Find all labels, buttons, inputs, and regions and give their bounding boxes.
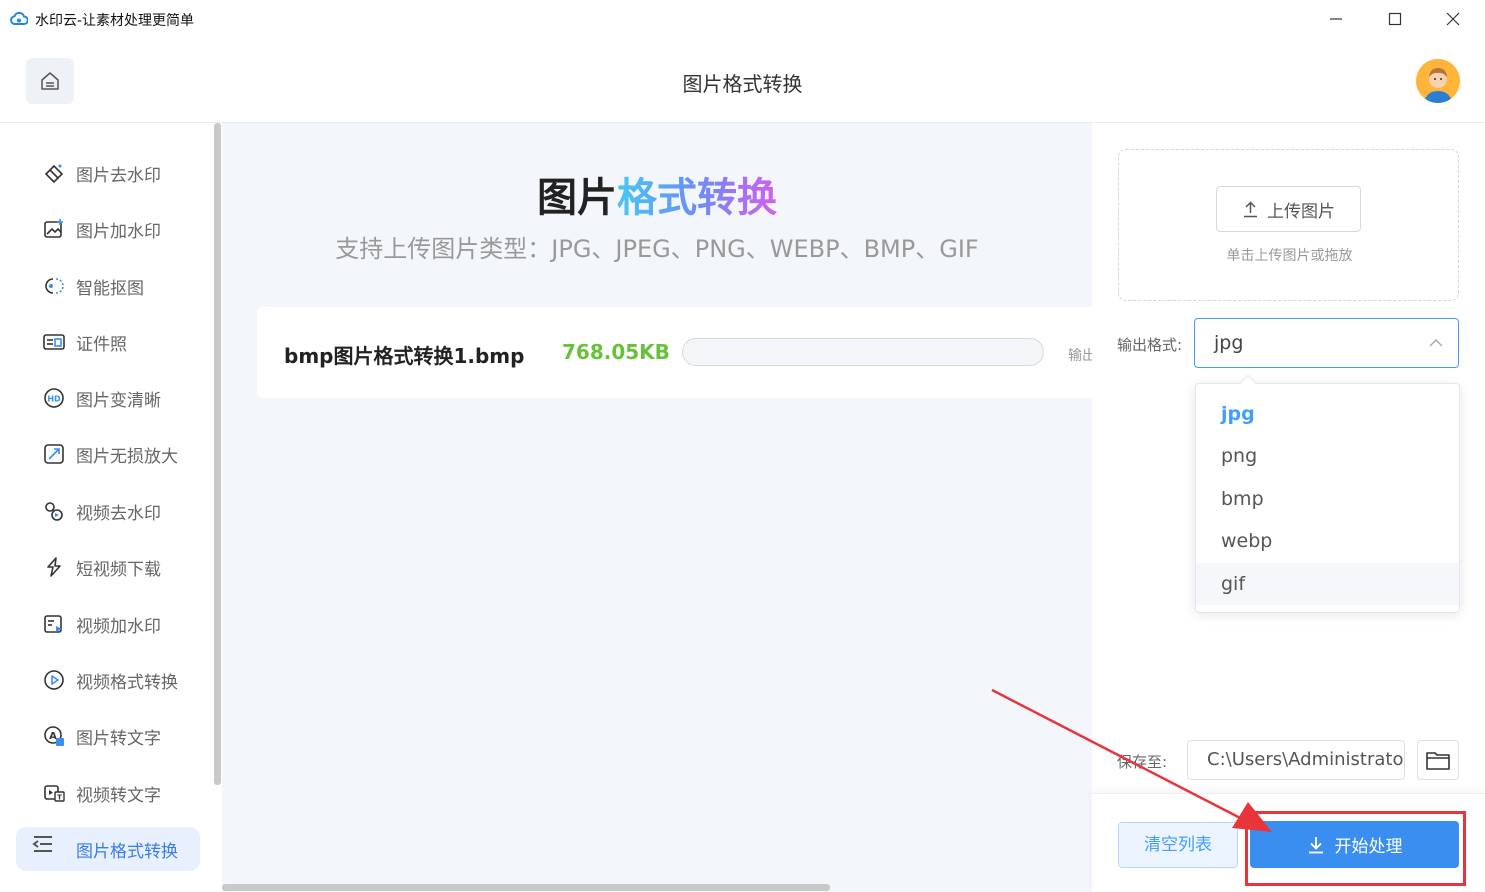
upload-icon bbox=[1244, 200, 1257, 217]
sidebar-item-label: 短视频下载 bbox=[76, 559, 161, 580]
video-convert-icon bbox=[43, 669, 65, 691]
video-add-icon bbox=[43, 613, 65, 635]
sidebar-item-label: 智能抠图 bbox=[76, 278, 144, 299]
settings-panel: 上传图片 单击上传图片或拖放 输出格式: jpg jpg png bmp web… bbox=[1092, 123, 1485, 892]
video-text-icon: T bbox=[43, 782, 65, 804]
clear-list-button[interactable]: 清空列表 bbox=[1118, 822, 1238, 868]
main-content: 图片格式转换 支持上传图片类型：JPG、JPEG、PNG、WEBP、BMP、GI… bbox=[222, 123, 1092, 892]
sidebar-item-image-to-text[interactable]: A 图片转文字 bbox=[16, 714, 200, 758]
chevron-up-icon bbox=[1429, 339, 1443, 347]
file-name: bmp图片格式转换1.bmp bbox=[284, 344, 525, 368]
format-option-jpg[interactable]: jpg bbox=[1196, 393, 1459, 435]
format-option-webp[interactable]: webp bbox=[1196, 520, 1459, 562]
folder-icon bbox=[1426, 752, 1450, 770]
image-add-icon bbox=[43, 218, 65, 240]
format-option-png[interactable]: png bbox=[1196, 435, 1459, 477]
sidebar-item-video-watermark-remove[interactable]: 视频去水印 bbox=[16, 489, 200, 533]
main-horizontal-scrollbar[interactable] bbox=[222, 884, 830, 891]
sidebar-item-image-sharpen[interactable]: HD 图片变清晰 bbox=[16, 376, 200, 420]
svg-text:HD: HD bbox=[47, 395, 61, 404]
sidebar-scrollbar[interactable] bbox=[214, 123, 221, 785]
maximize-icon bbox=[1388, 12, 1402, 26]
sidebar-item-label: 图片无损放大 bbox=[76, 446, 178, 467]
dropdown-arrow bbox=[1239, 374, 1257, 392]
hero-title-plain: 图片 bbox=[537, 175, 617, 221]
file-row: bmp图片格式转换1.bmp 768.05KB 输出 bbox=[257, 307, 1092, 398]
svg-text:T: T bbox=[57, 794, 62, 802]
upload-dropzone[interactable]: 上传图片 单击上传图片或拖放 bbox=[1118, 149, 1459, 301]
sidebar-item-label: 图片转文字 bbox=[76, 728, 161, 749]
image-text-icon: A bbox=[43, 725, 65, 747]
close-button[interactable] bbox=[1424, 0, 1482, 38]
window-title: 水印云-让素材处理更简单 bbox=[35, 13, 195, 29]
sidebar-item-label: 视频转文字 bbox=[76, 785, 161, 806]
annotation-highlight-box bbox=[1245, 811, 1466, 886]
format-option-bmp[interactable]: bmp bbox=[1196, 478, 1459, 520]
id-card-icon bbox=[43, 331, 65, 353]
svg-text:A: A bbox=[49, 731, 57, 742]
sidebar-item-label: 图片加水印 bbox=[76, 221, 161, 242]
browse-folder-button[interactable] bbox=[1417, 740, 1459, 780]
file-size: 768.05KB bbox=[562, 340, 670, 364]
save-to-label: 保存至: bbox=[1117, 753, 1168, 771]
sidebar-item-label: 图片去水印 bbox=[76, 165, 161, 186]
close-icon bbox=[1446, 12, 1460, 26]
minimize-button[interactable] bbox=[1307, 0, 1365, 38]
upload-hint: 单击上传图片或拖放 bbox=[1226, 248, 1353, 264]
output-format-select[interactable]: jpg bbox=[1194, 318, 1459, 368]
app-logo-icon bbox=[10, 11, 28, 25]
sidebar-item-video-watermark-add[interactable]: 视频加水印 bbox=[16, 602, 200, 646]
avatar-icon bbox=[1416, 59, 1460, 103]
sidebar-item-short-video-download[interactable]: 短视频下载 bbox=[16, 545, 200, 589]
sidebar-item-label: 视频加水印 bbox=[76, 616, 161, 637]
hero-subtitle: 支持上传图片类型：JPG、JPEG、PNG、WEBP、BMP、GIF bbox=[335, 235, 979, 263]
sidebar-item-label: 视频去水印 bbox=[76, 503, 161, 524]
sidebar-item-video-format-convert[interactable]: 视频格式转换 bbox=[16, 658, 200, 702]
hero-title: 图片格式转换 bbox=[222, 165, 1092, 223]
sidebar-item-id-photo[interactable]: 证件照 bbox=[16, 320, 200, 364]
user-avatar[interactable] bbox=[1416, 59, 1460, 103]
cutout-icon bbox=[43, 275, 65, 297]
sidebar-item-image-watermark-remove[interactable]: 图片去水印 bbox=[16, 151, 200, 195]
format-option-gif[interactable]: gif bbox=[1196, 563, 1459, 605]
app-header: 图片格式转换 bbox=[0, 38, 1485, 123]
output-format-value: jpg bbox=[1214, 332, 1244, 354]
sidebar: 图片去水印 图片加水印 智能抠图 证件照 HD 图片变清晰 图片无损放大 视频去… bbox=[0, 123, 222, 892]
window-titlebar: 水印云-让素材处理更简单 bbox=[0, 0, 1485, 38]
sidebar-item-label: 视频格式转换 bbox=[76, 672, 178, 693]
file-output-label: 输出 bbox=[1068, 348, 1092, 364]
sidebar-item-video-to-text[interactable]: T 视频转文字 bbox=[16, 771, 200, 815]
sidebar-item-image-watermark-add[interactable]: 图片加水印 bbox=[16, 207, 200, 251]
sidebar-item-label: 图片格式转换 bbox=[76, 841, 178, 862]
minimize-icon bbox=[1330, 18, 1342, 20]
hd-icon: HD bbox=[43, 387, 65, 409]
format-dropdown: jpg png bmp webp gif bbox=[1195, 374, 1460, 613]
file-progress-bar bbox=[682, 338, 1044, 366]
hero-title-gradient: 格式转换 bbox=[617, 175, 777, 221]
sidebar-item-image-enlarge[interactable]: 图片无损放大 bbox=[16, 432, 200, 476]
collapse-menu-icon[interactable] bbox=[32, 834, 54, 854]
save-path-input[interactable]: C:\Users\Administrator bbox=[1187, 740, 1405, 780]
upload-image-button[interactable]: 上传图片 bbox=[1216, 186, 1361, 232]
eraser-icon bbox=[43, 162, 65, 184]
short-video-download-icon bbox=[43, 556, 65, 578]
output-format-label: 输出格式: bbox=[1117, 336, 1183, 354]
sidebar-item-label: 证件照 bbox=[76, 334, 127, 355]
upload-button-label: 上传图片 bbox=[1267, 201, 1335, 222]
page-title: 图片格式转换 bbox=[682, 72, 803, 96]
video-eraser-icon bbox=[43, 500, 65, 522]
enlarge-icon bbox=[43, 443, 65, 465]
maximize-button[interactable] bbox=[1366, 0, 1424, 38]
sidebar-item-label: 图片变清晰 bbox=[76, 390, 161, 411]
sidebar-item-smart-cutout[interactable]: 智能抠图 bbox=[16, 264, 200, 308]
